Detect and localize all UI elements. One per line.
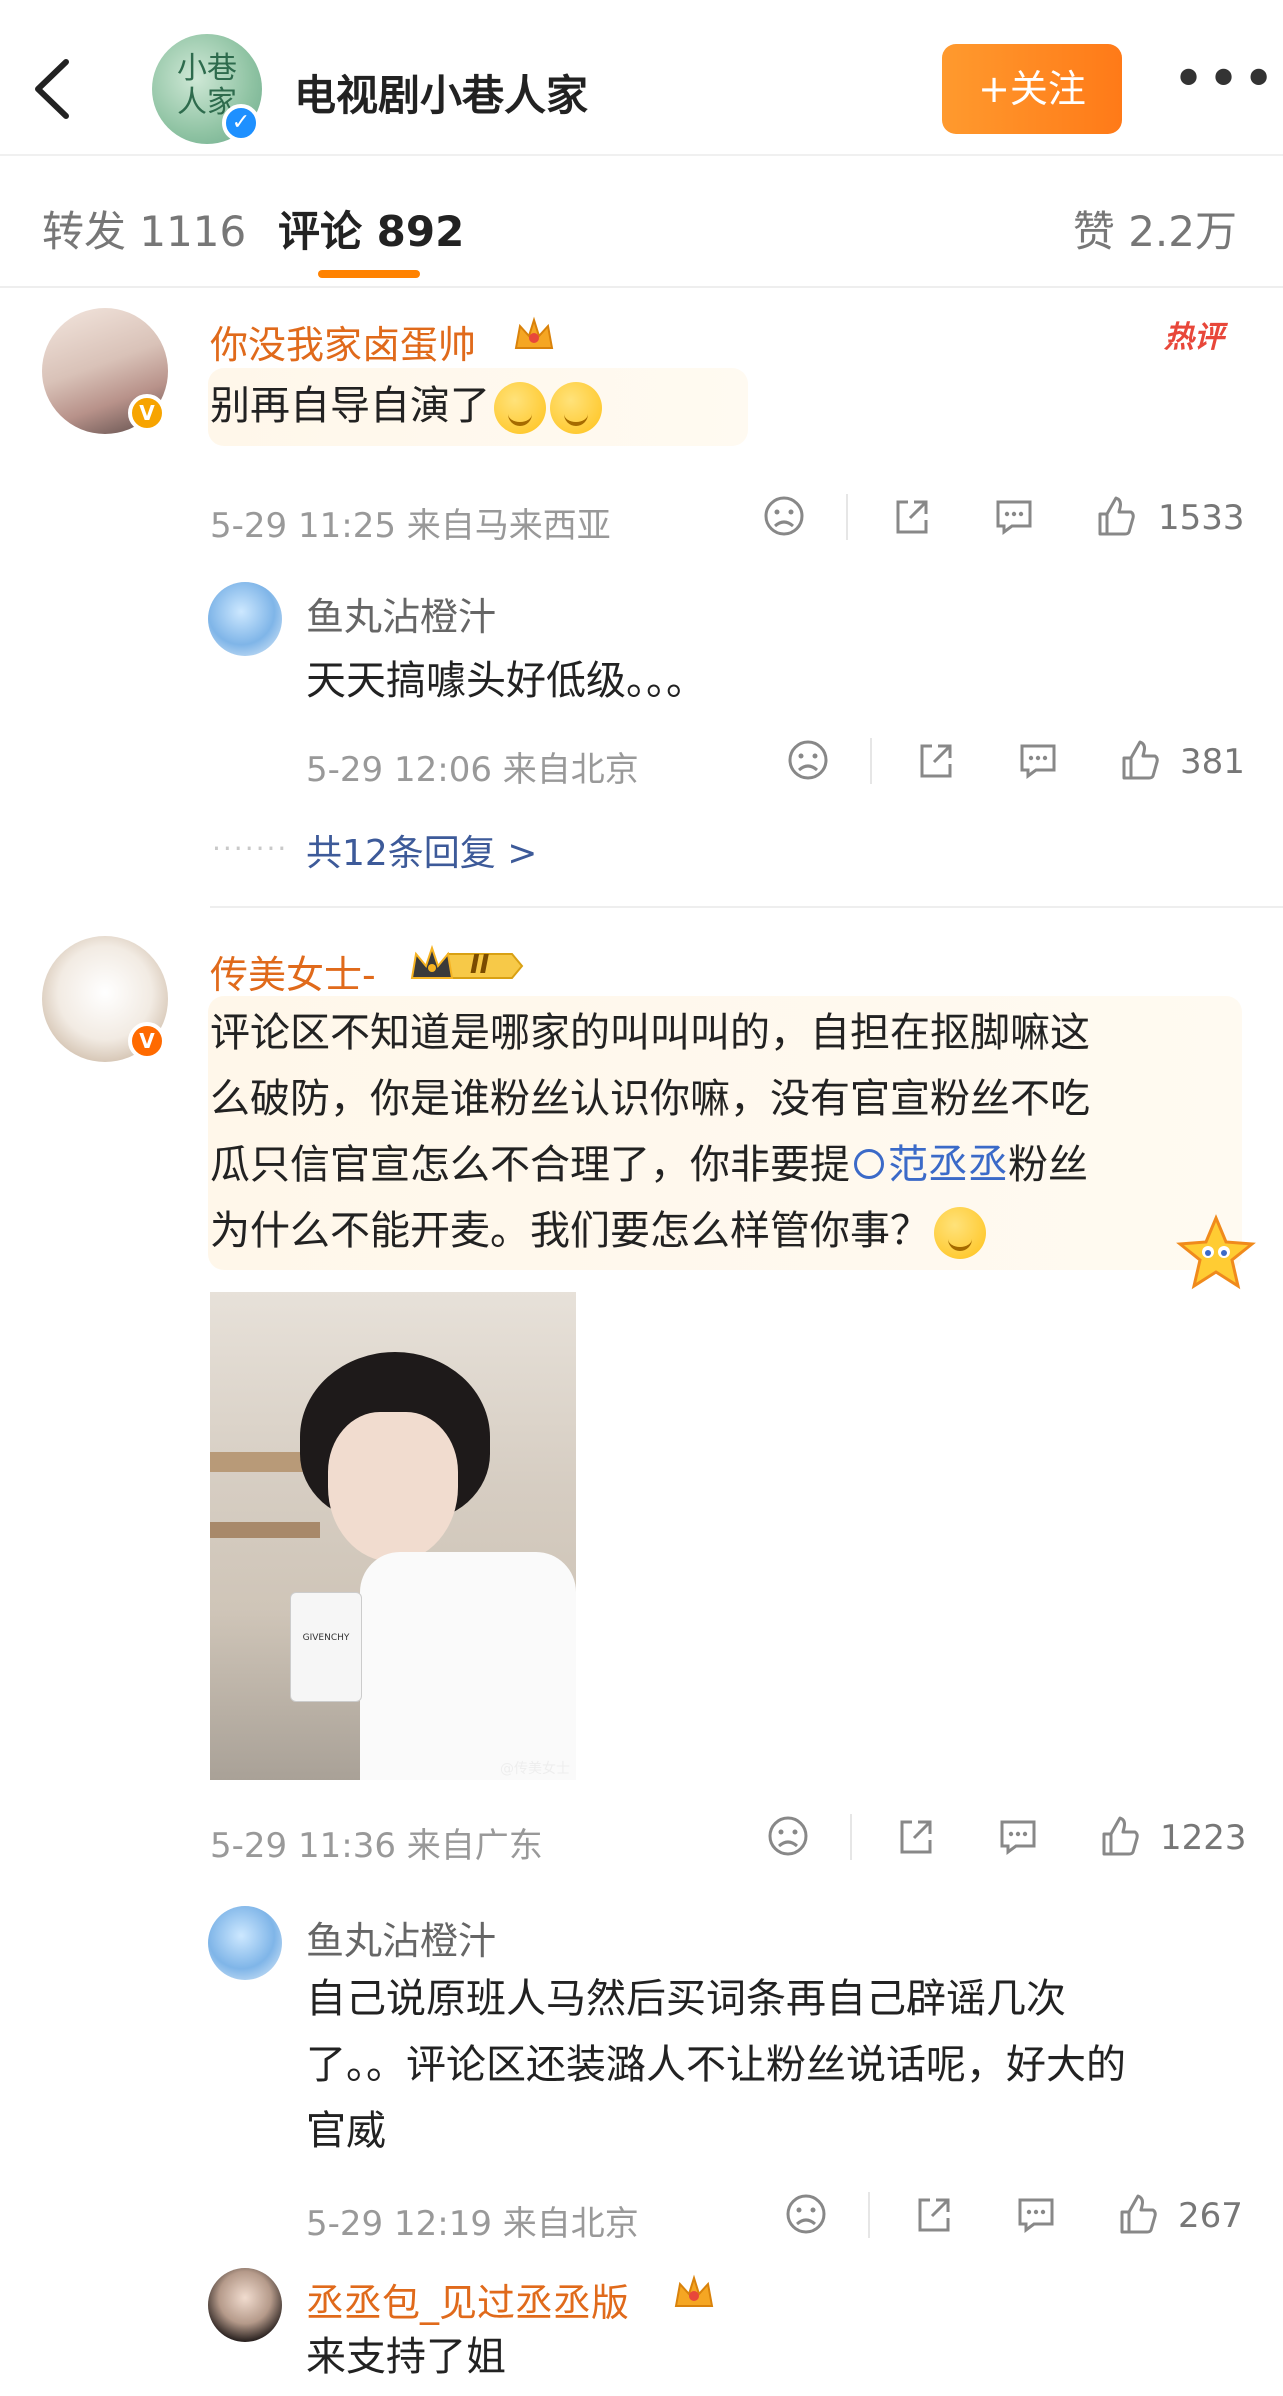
share-icon[interactable] xyxy=(912,2192,956,2240)
like-icon[interactable] xyxy=(1094,494,1138,542)
vip-level-badge: II xyxy=(408,944,526,988)
follow-button[interactable]: +关注 xyxy=(942,44,1122,134)
like-icon[interactable] xyxy=(1098,1814,1142,1862)
comment-icon[interactable] xyxy=(996,1814,1040,1862)
dislike-icon[interactable] xyxy=(786,738,830,786)
comment-username[interactable]: 你没我家卤蛋帅 xyxy=(210,314,476,369)
kiss-emoji-icon xyxy=(550,382,602,434)
like-count: 381 xyxy=(1180,742,1245,782)
photo-cup-text: GIVENCHY xyxy=(302,1633,350,1643)
reply-avatar[interactable] xyxy=(208,2268,282,2342)
like-count: 1223 xyxy=(1160,1818,1247,1858)
photo-watermark: @传美女士 xyxy=(500,1761,570,1777)
reply-text: 自己说原班人马然后买词条再自己辟谣几次 了。。评论区还装潞人不让粉丝说话呢，好大… xyxy=(306,1966,1126,2164)
comment-text-line: 为什么不能开麦。我们要怎么样管你事？ xyxy=(210,1198,1230,1264)
dislike-icon[interactable] xyxy=(784,2192,828,2240)
star-sticker-icon xyxy=(1176,1212,1256,1292)
reply-text-line: 自己说原班人马然后买词条再自己辟谣几次 xyxy=(306,1976,1066,2022)
comment-image[interactable]: GIVENCHY @传美女士 xyxy=(210,1292,576,1780)
reply-text: 来支持了姐 xyxy=(306,2334,506,2380)
share-icon[interactable] xyxy=(894,1814,938,1862)
page-title[interactable]: 电视剧小巷人家 xyxy=(294,62,588,123)
like-icon[interactable] xyxy=(1116,2192,1160,2240)
reply-meta: 5-29 12:06 来自北京 xyxy=(306,750,639,790)
action-divider xyxy=(846,494,848,540)
topic-link[interactable]: 范丞丞 xyxy=(850,1142,1008,1188)
search-icon xyxy=(854,1149,884,1179)
verified-icon: V xyxy=(128,394,166,432)
photo-cup: GIVENCHY xyxy=(290,1592,362,1702)
comment-text-line: 么破防，你是谁粉丝认识你嘛，没有官宣粉丝不吃 xyxy=(210,1076,1090,1122)
comment-text-line: 瓜只信官宣怎么不合理了，你非要提 范丞丞粉丝 xyxy=(210,1132,1230,1198)
share-icon[interactable] xyxy=(890,494,934,542)
tab-repost[interactable]: 转发 1116 xyxy=(42,198,246,259)
reply-username[interactable]: 鱼丸沾橙汁 xyxy=(306,1910,496,1965)
reply-text-line: 官威 xyxy=(306,2108,386,2154)
action-divider xyxy=(868,2192,870,2238)
dislike-icon[interactable] xyxy=(762,494,806,542)
comment-text: 别再自导自演了 xyxy=(210,373,602,439)
like-count: 267 xyxy=(1178,2196,1243,2236)
dislike-icon[interactable] xyxy=(766,1814,810,1862)
reply-text: 天天搞噱头好低级。。。 xyxy=(306,658,706,704)
comment-text-content: 别再自导自演了 xyxy=(210,383,490,429)
active-tab-indicator xyxy=(318,270,420,278)
hot-comment-badge: 热评 xyxy=(1164,320,1224,355)
post-tabs: 转发 1116 评论 892 赞 2.2万 xyxy=(0,158,1283,288)
crown-icon xyxy=(672,2272,716,2314)
vip-level-text: II xyxy=(470,950,490,980)
comment-divider xyxy=(210,906,1283,908)
comment-meta: 5-29 11:25 来自马来西亚 xyxy=(210,506,611,546)
comment-icon[interactable] xyxy=(1014,2192,1058,2240)
comment-text-line: 评论区不知道是哪家的叫叫叫的，自担在抠脚嘛这 xyxy=(210,1010,1090,1056)
back-button[interactable] xyxy=(28,54,78,124)
photo-person-face xyxy=(328,1412,458,1562)
tab-like[interactable]: 赞 2.2万 xyxy=(1073,198,1237,259)
photo-shelf xyxy=(210,1522,320,1538)
reply-meta: 5-29 12:19 来自北京 xyxy=(306,2204,639,2244)
tab-comment[interactable]: 评论 892 xyxy=(278,198,464,259)
like-count: 1533 xyxy=(1158,498,1245,538)
like-icon[interactable] xyxy=(1118,738,1162,786)
share-icon[interactable] xyxy=(914,738,958,786)
top-bar: 小巷人家 ✓ 电视剧小巷人家 +关注 ••• xyxy=(0,0,1283,156)
photo-person-body xyxy=(360,1552,576,1780)
reply-username[interactable]: 丞丞包_见过丞丞版 xyxy=(306,2272,629,2327)
comment-meta: 5-29 11:36 来自广东 xyxy=(210,1826,543,1866)
kiss-emoji-icon xyxy=(494,382,546,434)
comment-icon[interactable] xyxy=(992,494,1036,542)
comment-text: 评论区不知道是哪家的叫叫叫的，自担在抠脚嘛这 么破防，你是谁粉丝认识你嘛，没有官… xyxy=(210,1000,1230,1264)
topic-link-text[interactable]: 范丞丞 xyxy=(888,1142,1008,1188)
comment-text-segment: 瓜只信官宣怎么不合理了，你非要提 xyxy=(210,1142,850,1188)
replies-dots: ······· xyxy=(212,832,289,865)
comment-icon[interactable] xyxy=(1016,738,1060,786)
back-icon xyxy=(35,59,69,119)
reply-avatar[interactable] xyxy=(208,582,282,656)
comment-text-segment: 粉丝 xyxy=(1008,1142,1088,1188)
verified-icon: ✓ xyxy=(222,104,260,142)
reply-text-line: 了。。评论区还装潞人不让粉丝说话呢，好大的 xyxy=(306,2042,1126,2088)
verified-icon: V xyxy=(128,1022,166,1060)
action-divider xyxy=(870,738,872,784)
shy-emoji-icon xyxy=(934,1207,986,1259)
reply-avatar[interactable] xyxy=(208,1906,282,1980)
comment-text-segment: 为什么不能开麦。我们要怎么样管你事？ xyxy=(210,1208,930,1254)
comment-username[interactable]: 传美女士- xyxy=(210,944,376,999)
action-divider xyxy=(850,1814,852,1860)
crown-icon xyxy=(512,314,556,356)
reply-username[interactable]: 鱼丸沾橙汁 xyxy=(306,586,496,641)
view-replies-link[interactable]: 共12条回复 > xyxy=(306,824,537,876)
more-icon[interactable]: ••• xyxy=(1172,52,1275,110)
